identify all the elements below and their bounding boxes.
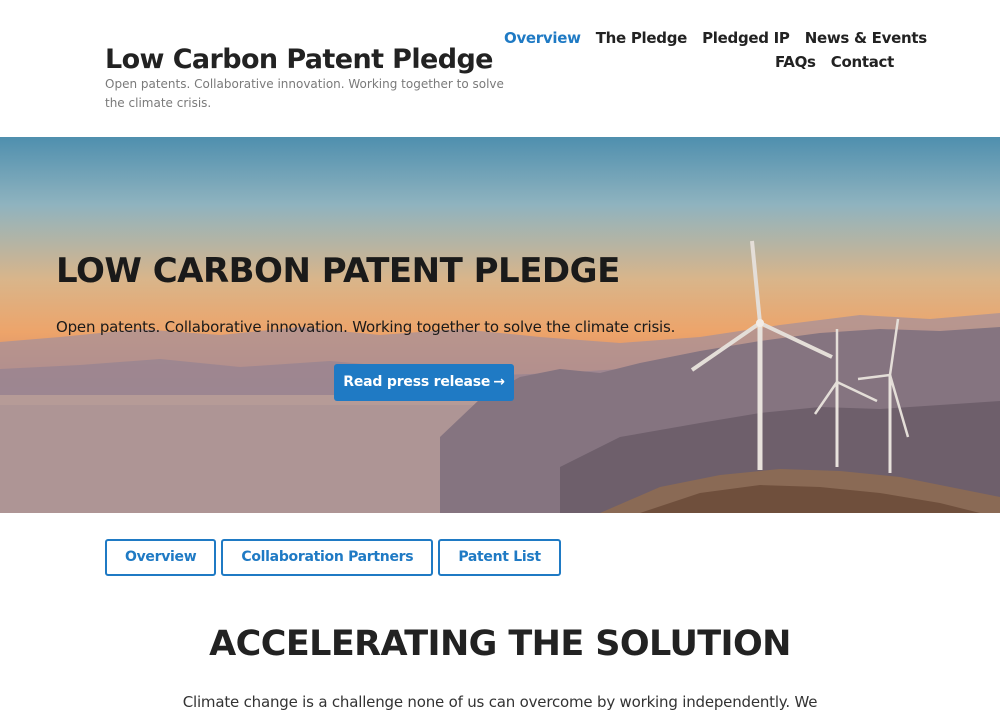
hero-banner: LOW CARBON PATENT PLEDGE Open patents. C… [0,137,1000,513]
read-press-release-label: Read press release [343,374,491,390]
nav-pledged-ip[interactable]: Pledged IP [702,27,790,49]
nav-overview[interactable]: Overview [504,27,581,49]
section-text: Climate change is a challenge none of us… [182,693,818,711]
section-tabs: Overview Collaboration Partners Patent Lis… [105,539,566,576]
nav-faqs[interactable]: FAQs [775,51,816,73]
arrow-right-icon: → [493,374,505,390]
tab-collaboration-partners[interactable]: Collaboration Partners [221,539,434,576]
main-nav: Overview The Pledge Pledged IP News & Ev… [494,27,927,75]
site-tagline: Open patents. Collaborative innovation. … [105,77,504,110]
nav-contact[interactable]: Contact [831,51,895,73]
tab-patent-list[interactable]: Patent List [438,539,561,576]
tab-overview[interactable]: Overview [105,539,217,576]
site-title[interactable]: Low Carbon Patent Pledge [105,44,494,75]
section-title: ACCELERATING THE SOLUTION [209,624,791,664]
nav-the-pledge[interactable]: The Pledge [596,27,688,49]
nav-news-events[interactable]: News & Events [805,27,927,49]
hero-subtitle: Open patents. Collaborative innovation. … [56,318,676,336]
nav-row-1: Overview The Pledge Pledged IP News & Ev… [494,27,927,51]
read-press-release-button[interactable]: Read press release → [334,364,514,401]
hero-title: LOW CARBON PATENT PLEDGE [56,251,620,291]
nav-row-2: FAQs Contact [494,51,894,75]
site-header: Low Carbon Patent Pledge Open patents. C… [0,0,1000,137]
